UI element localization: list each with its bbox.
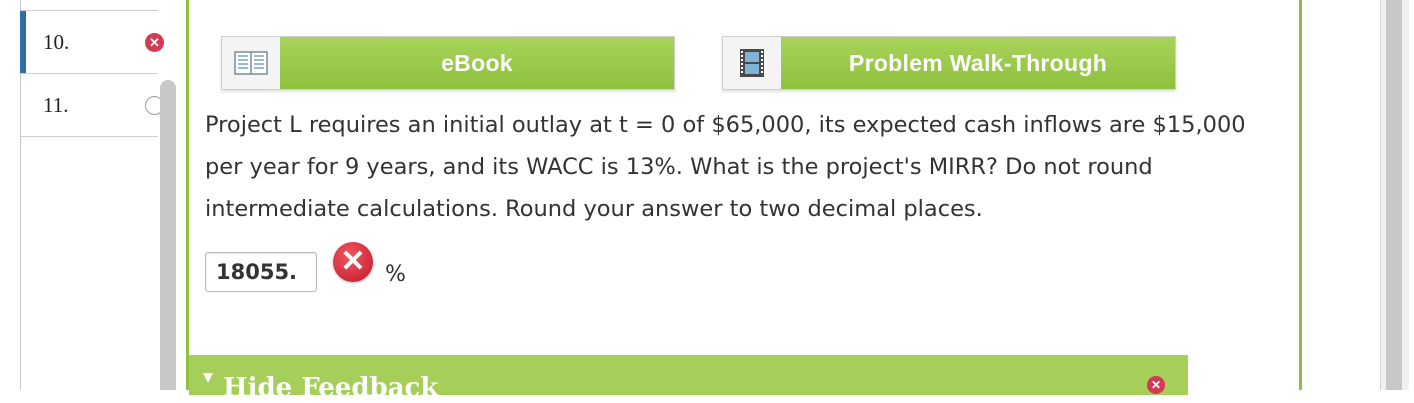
question-number: 10. — [43, 29, 70, 54]
page-scrollbar-thumb[interactable] — [1386, 0, 1402, 390]
question-text: Project L requires an initial outlay at … — [205, 112, 1246, 222]
collapse-arrow-icon — [203, 373, 213, 383]
ebook-button[interactable]: eBook — [221, 36, 675, 90]
question-number: 11. — [43, 92, 69, 117]
ebook-label: eBook — [280, 37, 674, 89]
x-circle-icon: ✕ — [145, 32, 164, 52]
feedback-title: Hide Feedback — [223, 373, 439, 403]
question-list-scrollbar[interactable] — [160, 80, 176, 390]
book-icon — [222, 37, 280, 89]
question-panel: eBook Problem Walk-Through Project L req… — [186, 0, 1302, 403]
close-icon[interactable]: ✕ — [1147, 376, 1165, 394]
answer-input[interactable] — [205, 252, 317, 292]
walkthrough-button[interactable]: Problem Walk-Through — [722, 36, 1176, 90]
feedback-header[interactable]: Hide Feedback ✕ — [189, 355, 1188, 403]
incorrect-x-icon: ✕ — [333, 242, 373, 282]
unit-label: % — [385, 262, 406, 287]
question-list: 10. ✕ 11. — [20, 0, 164, 390]
question-item-10[interactable]: 10. ✕ — [20, 10, 164, 74]
question-item-11[interactable]: 11. — [21, 74, 164, 137]
walkthrough-label: Problem Walk-Through — [781, 37, 1175, 89]
film-icon — [723, 37, 781, 89]
